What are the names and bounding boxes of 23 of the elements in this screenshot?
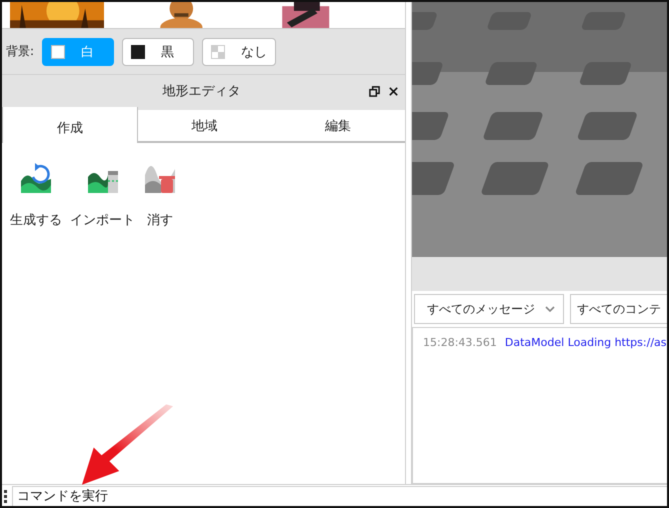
close-icon[interactable]: [388, 86, 399, 96]
log-message: DataModel Loading https://as: [504, 336, 666, 349]
swatch-icon: [131, 44, 146, 58]
swatch-icon: [51, 44, 66, 58]
log-timestamp: 15:28:43.561: [423, 336, 497, 349]
command-field[interactable]: コマンドを実行: [12, 486, 667, 506]
background-option[interactable]: 黒: [122, 38, 194, 66]
background-label: 背景:: [6, 43, 34, 60]
tab[interactable]: 作成: [2, 107, 138, 143]
tab[interactable]: 編集: [271, 107, 406, 143]
filter-dropdown[interactable]: すべてのコンテ: [570, 294, 667, 324]
panel-title: 地形エディタ: [162, 83, 242, 100]
terrain-refresh-icon: [19, 161, 53, 195]
tool-button[interactable]: 消す: [141, 157, 179, 233]
checker-icon: [211, 44, 226, 58]
tool-button[interactable]: インポート: [68, 157, 137, 233]
tab[interactable]: 地域: [138, 107, 272, 143]
filter-dropdown[interactable]: すべてのメッセージ: [414, 294, 564, 324]
tool-button[interactable]: 生成する: [8, 157, 64, 233]
chevron-icon: [545, 306, 555, 312]
grip-icon: [4, 488, 7, 502]
restore-icon[interactable]: [369, 86, 380, 96]
background-option[interactable]: なし: [202, 38, 276, 66]
